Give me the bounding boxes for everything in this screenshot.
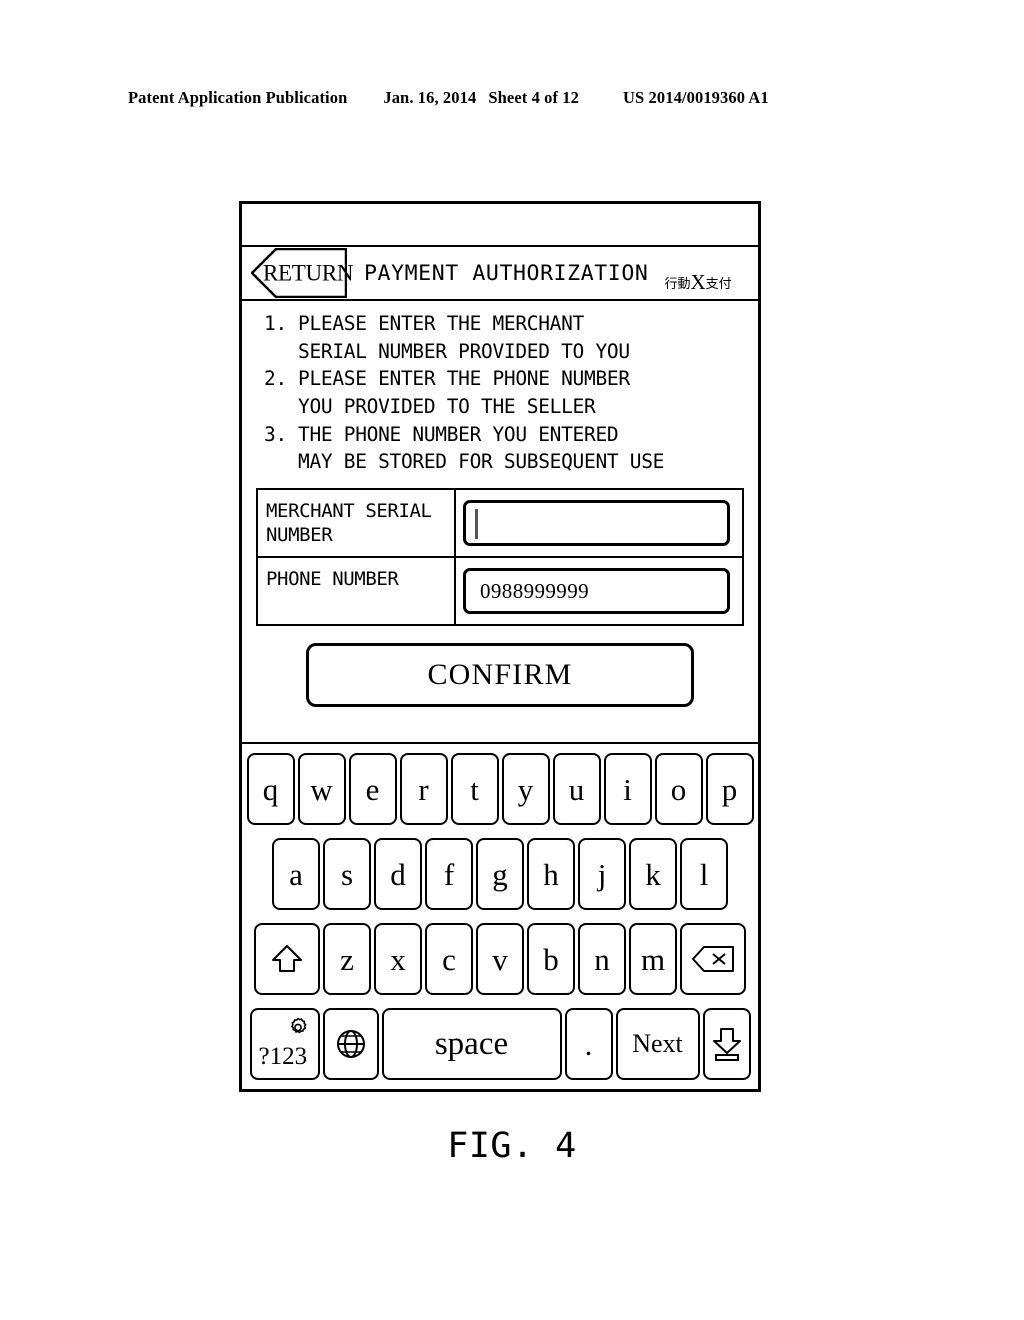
screen-title: PAYMENT AUTHORIZATION (364, 260, 649, 286)
instruction-item: 3. THE PHONE NUMBER YOU ENTERED (264, 421, 758, 449)
key-j[interactable]: j (578, 838, 626, 910)
key-y[interactable]: y (501, 753, 550, 825)
key-u[interactable]: u (552, 753, 601, 825)
brand-suffix: 支付 (705, 277, 732, 292)
return-button-label: RETURN (263, 260, 354, 286)
keyboard-row-2: a s d f g h j k l (245, 836, 755, 912)
hide-keyboard-key[interactable] (702, 1008, 751, 1080)
instructions-list: 1. PLEASE ENTER THE MERCHANT SERIAL NUMB… (242, 301, 758, 480)
key-t[interactable]: t (450, 753, 499, 825)
merchant-serial-label: MERCHANT SERIAL NUMBER (258, 490, 456, 557)
instruction-line: MAY BE STORED FOR SUBSEQUENT USE (298, 450, 665, 474)
key-d[interactable]: d (374, 838, 422, 910)
key-q[interactable]: q (246, 753, 295, 825)
confirm-button-label: CONFIRM (427, 658, 573, 692)
key-r[interactable]: r (399, 753, 448, 825)
key-p[interactable]: p (705, 753, 754, 825)
instruction-line: THE PHONE NUMBER YOU ENTERED (298, 422, 619, 446)
keyboard-row-4: ?123 space . Next (245, 1006, 755, 1082)
phone-number-label: PHONE NUMBER (258, 558, 456, 625)
figure-caption: FIG. 4 (447, 1126, 577, 1166)
instruction-item-continuation: MAY BE STORED FOR SUBSEQUENT USE (264, 448, 758, 476)
merchant-serial-label-line1: MERCHANT SERIAL (266, 500, 432, 523)
instruction-line: PLEASE ENTER THE PHONE NUMBER (298, 367, 630, 391)
symbols-key[interactable]: ?123 (249, 1008, 320, 1080)
key-s[interactable]: s (323, 838, 371, 910)
key-l[interactable]: l (680, 838, 728, 910)
status-bar (242, 204, 758, 247)
key-e[interactable]: e (348, 753, 397, 825)
merchant-serial-label-line2: NUMBER (266, 524, 333, 547)
instruction-line: PLEASE ENTER THE MERCHANT (298, 312, 585, 335)
form-row-phone-number: PHONE NUMBER 0988999999 (258, 558, 742, 625)
brand-prefix: 行動 (664, 277, 691, 292)
next-key[interactable]: Next (615, 1008, 700, 1080)
sheet-number: Sheet 4 of 12 (488, 88, 580, 107)
key-o[interactable]: o (654, 753, 703, 825)
keyboard-row-1: q w e r t y u i o p (245, 751, 755, 827)
key-k[interactable]: k (629, 838, 677, 910)
key-x[interactable]: x (374, 923, 422, 995)
key-z[interactable]: z (323, 923, 371, 995)
key-b[interactable]: b (527, 923, 575, 995)
on-screen-keyboard: q w e r t y u i o p a s d f g h j k l z … (242, 742, 758, 1089)
publication-date: Jan. 16, 2014 (383, 88, 477, 107)
instruction-number: 2. (264, 367, 287, 391)
return-button[interactable]: RETURN (251, 248, 354, 298)
key-m[interactable]: m (629, 923, 677, 995)
gear-icon (290, 1017, 306, 1034)
instruction-number: 3. (264, 422, 287, 446)
shift-icon (272, 945, 302, 972)
text-cursor (475, 509, 478, 540)
key-v[interactable]: v (476, 923, 524, 995)
language-key[interactable] (322, 1008, 379, 1080)
key-c[interactable]: c (425, 923, 473, 995)
keyboard-row-3: z x c v b n m (245, 921, 755, 997)
phone-number-input[interactable]: 0988999999 (463, 568, 730, 615)
confirm-button[interactable]: CONFIRM (306, 643, 694, 708)
merchant-serial-input[interactable] (463, 500, 730, 547)
phone-number-label-line1: PHONE NUMBER (266, 568, 399, 591)
phone-number-value: 0988999999 (480, 578, 589, 603)
backspace-icon (692, 946, 734, 972)
shift-key[interactable] (254, 923, 320, 995)
title-bar: RETURN PAYMENT AUTHORIZATION 行動X支付 (242, 247, 758, 301)
hide-keyboard-icon (712, 1028, 741, 1061)
form-row-merchant-serial: MERCHANT SERIAL NUMBER (258, 490, 742, 559)
period-key[interactable]: . (564, 1008, 613, 1080)
backspace-key[interactable] (680, 923, 746, 995)
patent-page-header: Patent Application Publication Jan. 16, … (128, 88, 896, 108)
key-g[interactable]: g (476, 838, 524, 910)
space-key[interactable]: space (381, 1008, 562, 1080)
key-n[interactable]: n (578, 923, 626, 995)
instruction-item-continuation: YOU PROVIDED TO THE SELLER (264, 393, 758, 421)
publication-label: Patent Application Publication (128, 88, 348, 107)
key-w[interactable]: w (297, 753, 346, 825)
instruction-line: YOU PROVIDED TO THE SELLER (298, 395, 596, 419)
instruction-item: 1. PLEASE ENTER THE MERCHANT (264, 310, 758, 338)
brand-logo: 行動X支付 (664, 270, 731, 295)
symbols-key-label: ?123 (258, 1043, 308, 1070)
instruction-item: 2. PLEASE ENTER THE PHONE NUMBER (264, 365, 758, 393)
input-form: MERCHANT SERIAL NUMBER PHONE NUMBER 0988… (256, 488, 744, 627)
key-i[interactable]: i (603, 753, 652, 825)
brand-mark: X (690, 270, 706, 294)
instruction-number: 1. (264, 312, 287, 335)
instruction-line: SERIAL NUMBER PROVIDED TO YOU (298, 339, 630, 363)
device-frame: RETURN PAYMENT AUTHORIZATION 行動X支付 1. PL… (239, 201, 761, 1092)
instruction-item-continuation: SERIAL NUMBER PROVIDED TO YOU (264, 338, 758, 366)
key-f[interactable]: f (425, 838, 473, 910)
document-number: US 2014/0019360 A1 (623, 88, 769, 107)
key-h[interactable]: h (527, 838, 575, 910)
globe-icon (336, 1030, 365, 1058)
key-a[interactable]: a (272, 838, 320, 910)
